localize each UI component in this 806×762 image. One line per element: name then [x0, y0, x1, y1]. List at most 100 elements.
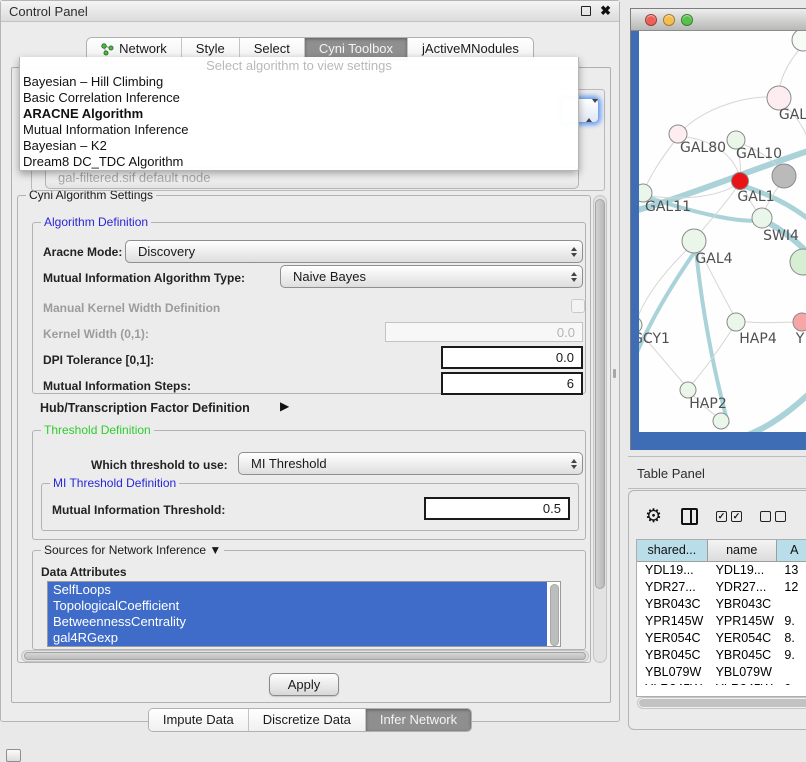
- network-node[interactable]: [792, 31, 806, 51]
- network-node-gal1[interactable]: [732, 173, 749, 190]
- network-node-y[interactable]: [793, 313, 806, 331]
- network-data-combo-value: gal-filtered.sif default node: [58, 170, 210, 185]
- mi-steps-field[interactable]: 6: [441, 372, 583, 395]
- cyni-algorithm-settings-group: Cyni Algorithm Settings Algorithm Defini…: [17, 195, 591, 663]
- apply-button[interactable]: Apply: [269, 673, 339, 696]
- network-edge[interactable]: [644, 137, 678, 191]
- aracne-mode-combo[interactable]: Discovery: [125, 240, 583, 263]
- gear-icon[interactable]: ⚙: [645, 505, 662, 528]
- table-cell: YLR345W: [708, 681, 777, 685]
- table-row[interactable]: YPR145WYPR145W9.: [637, 613, 806, 630]
- table-cell: 9.: [776, 613, 806, 630]
- dpi-tolerance-field[interactable]: 0.0: [441, 346, 583, 369]
- settings-vscroll-thumb[interactable]: [595, 199, 605, 589]
- algorithm-option[interactable]: Basic Correlation Inference: [20, 90, 578, 106]
- table-cell: YBL079W: [708, 664, 777, 681]
- combo-arrows-icon: [586, 103, 598, 118]
- algorithm-option[interactable]: Dream8 DC_TDC Algorithm: [20, 154, 578, 170]
- network-node[interactable]: [790, 249, 806, 275]
- network-edge[interactable]: [639, 244, 693, 322]
- combo-arrows-icon: [565, 266, 582, 287]
- table-cell: YLR345W: [637, 681, 708, 685]
- control-panel-titlebar: Control Panel ✖: [1, 1, 619, 22]
- table-row[interactable]: YBL079WYBL079W: [637, 664, 806, 681]
- network-node-hap4[interactable]: [727, 313, 745, 331]
- node-label: GAL1: [737, 189, 774, 205]
- minimize-traffic-light[interactable]: [663, 14, 675, 26]
- table-cell: YDL19...: [708, 562, 777, 579]
- table-horizontal-scrollbar[interactable]: [637, 697, 806, 709]
- table-cell: YBR043C: [637, 596, 708, 613]
- table-hscroll-thumb[interactable]: [639, 699, 806, 707]
- mi-threshold-label: Mutual Information Threshold:: [52, 503, 225, 517]
- mi-steps-label: Mutual Information Steps:: [43, 379, 191, 393]
- close-icon[interactable]: ✖: [600, 3, 611, 19]
- table-cell: 9.: [776, 647, 806, 664]
- which-threshold-label: Which threshold to use:: [91, 458, 228, 472]
- table-row[interactable]: YDL19...YDL19...13: [637, 562, 806, 579]
- node-label: GAL4: [695, 251, 732, 267]
- network-edge[interactable]: [738, 321, 801, 323]
- panel-splitter-handle[interactable]: [613, 369, 616, 378]
- mi-threshold-field[interactable]: 0.5: [424, 497, 570, 520]
- network-node-gal4[interactable]: [682, 229, 706, 253]
- control-panel-window: Control Panel ✖ NetworkStyleSelectCyni T…: [0, 0, 620, 722]
- zoom-traffic-light[interactable]: [681, 14, 693, 26]
- data-attribute-item[interactable]: gal4RGexp: [48, 630, 547, 646]
- close-traffic-light[interactable]: [645, 14, 657, 26]
- column-header[interactable]: name: [708, 540, 777, 561]
- which-threshold-combo[interactable]: MI Threshold: [238, 452, 583, 475]
- popup-placeholder-text: Select algorithm to view settings: [20, 57, 578, 74]
- column-header[interactable]: A: [777, 540, 806, 561]
- column-header[interactable]: shared...: [637, 540, 708, 561]
- mi-type-combo[interactable]: Naive Bayes: [280, 265, 583, 288]
- panel-corner-icon[interactable]: [6, 749, 21, 762]
- table-cell: YBR045C: [637, 647, 708, 664]
- hub-expand-arrow-icon[interactable]: ▶: [280, 399, 289, 413]
- aracne-mode-value: Discovery: [126, 244, 565, 259]
- settings-vertical-scrollbar[interactable]: [593, 195, 607, 663]
- table-row[interactable]: YLR345WYLR345W9.: [637, 681, 806, 685]
- tab-discretize-data[interactable]: Discretize Data: [249, 709, 366, 731]
- network-edge[interactable]: [639, 196, 642, 324]
- node-label: SWI4: [763, 228, 799, 244]
- network-node[interactable]: [772, 164, 796, 188]
- network-edge[interactable]: [639, 250, 696, 372]
- column-layout-icon[interactable]: [681, 508, 698, 525]
- deselect-all-checkboxes-icon[interactable]: [760, 511, 786, 522]
- table-row[interactable]: YBR043CYBR043C: [637, 596, 806, 613]
- algorithm-option[interactable]: Bayesian – K2: [20, 138, 578, 154]
- network-node[interactable]: [713, 413, 729, 429]
- table-row[interactable]: YER054CYER054C8.: [637, 630, 806, 647]
- algorithm-option[interactable]: Mutual Information Inference: [20, 122, 578, 138]
- algorithm-option[interactable]: Bayesian – Hill Climbing: [20, 74, 578, 90]
- node-label: GAL: [779, 107, 806, 123]
- float-window-icon[interactable]: [581, 6, 591, 16]
- algorithm-option[interactable]: ARACNE Algorithm: [20, 106, 578, 122]
- table-panel: ⚙ ✓✓ shared...nameA YDL19...YDL19...13YD…: [628, 490, 806, 730]
- network-edge[interactable]: [679, 97, 779, 134]
- aracne-mode-label: Aracne Mode:: [43, 245, 122, 259]
- node-label: GAL80: [680, 140, 726, 156]
- tab-infer-network[interactable]: Infer Network: [366, 709, 471, 731]
- data-attribute-item[interactable]: BetweennessCentrality: [48, 614, 547, 630]
- network-edge[interactable]: [696, 184, 739, 238]
- select-all-checkboxes-icon[interactable]: ✓✓: [716, 511, 742, 522]
- settings-horizontal-scrollbar[interactable]: [21, 650, 589, 662]
- data-attributes-list[interactable]: SelfLoopsTopologicalCoefficientBetweenne…: [47, 581, 561, 647]
- which-threshold-value: MI Threshold: [239, 456, 565, 471]
- table-row[interactable]: YBR045CYBR045C9.: [637, 647, 806, 664]
- network-canvas[interactable]: GALGAL80GAL10GAL1GAL11SWI4GAL4GCY1HAP4YH…: [639, 31, 806, 432]
- tab-impute-data[interactable]: Impute Data: [149, 709, 249, 731]
- table-row[interactable]: YDR27...YDR27...12: [637, 579, 806, 596]
- attributes-list-scrollbar[interactable]: [550, 584, 559, 646]
- threshold-definition-title: Threshold Definition: [41, 423, 154, 437]
- data-attribute-item[interactable]: TopologicalCoefficient: [48, 598, 547, 614]
- table-cell: 8.: [776, 630, 806, 647]
- data-attribute-item[interactable]: SelfLoops: [48, 582, 547, 598]
- settings-hscroll-thumb[interactable]: [24, 652, 586, 660]
- combo-arrows-icon: [565, 241, 582, 262]
- mi-type-value: Naive Bayes: [281, 269, 565, 284]
- network-node-swi4[interactable]: [752, 208, 772, 228]
- sources-collapse-arrow-icon[interactable]: ▼: [209, 543, 221, 557]
